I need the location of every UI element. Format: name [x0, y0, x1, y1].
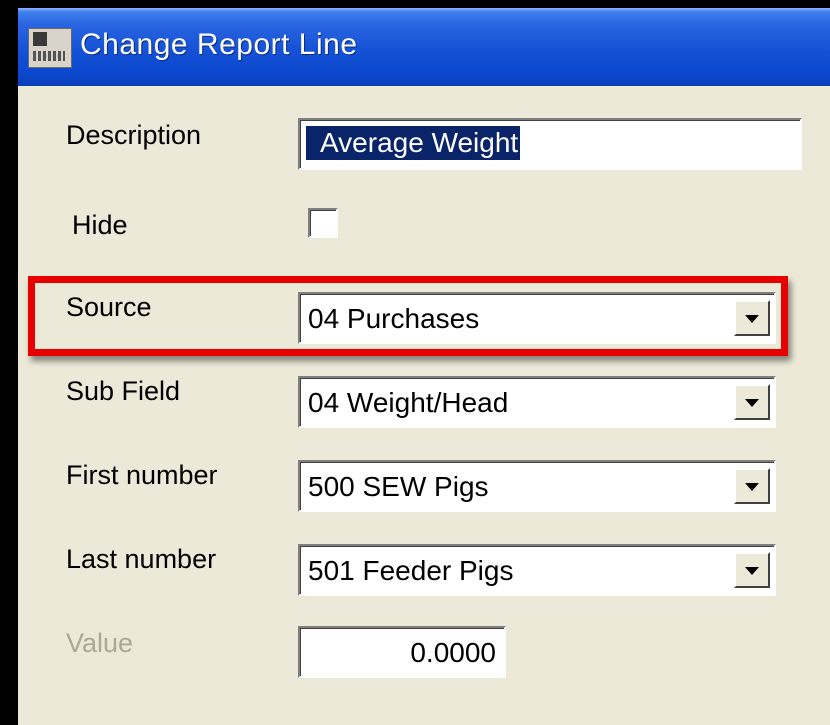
first-number-label: First number — [66, 460, 218, 490]
last-number-dropdown[interactable]: 501 Feeder Pigs — [298, 544, 776, 596]
description-input[interactable]: Average Weight — [298, 118, 802, 170]
title-bar[interactable]: Change Report Line — [18, 8, 830, 86]
source-chevron-down-icon[interactable] — [734, 300, 770, 336]
source-label: Source — [66, 292, 152, 322]
hide-label: Hide — [72, 210, 128, 240]
first-number-value: 500 SEW Pigs — [308, 471, 489, 502]
description-value: Average Weight — [306, 126, 521, 160]
source-value: 04 Purchases — [308, 303, 480, 334]
last-number-value: 501 Feeder Pigs — [308, 555, 514, 586]
value-field[interactable]: 0.0000 — [298, 626, 506, 678]
sub-field-value: 04 Weight/Head — [308, 387, 509, 418]
value-text: 0.0000 — [410, 637, 496, 668]
last-number-chevron-down-icon[interactable] — [734, 552, 770, 588]
sub-field-dropdown[interactable]: 04 Weight/Head — [298, 376, 776, 428]
window-title: Change Report Line — [80, 28, 358, 61]
value-label: Value — [66, 628, 134, 658]
sub-field-chevron-down-icon[interactable] — [734, 384, 770, 420]
source-dropdown[interactable]: 04 Purchases — [298, 292, 776, 344]
sub-field-label: Sub Field — [66, 376, 181, 406]
description-label: Description — [66, 120, 202, 150]
last-number-label: Last number — [66, 544, 217, 574]
first-number-chevron-down-icon[interactable] — [734, 468, 770, 504]
report-app-icon — [28, 28, 72, 68]
change-report-line-dialog: Change Report Line Description Average W… — [18, 8, 830, 725]
first-number-dropdown[interactable]: 500 SEW Pigs — [298, 460, 776, 512]
hide-checkbox[interactable] — [308, 208, 338, 238]
